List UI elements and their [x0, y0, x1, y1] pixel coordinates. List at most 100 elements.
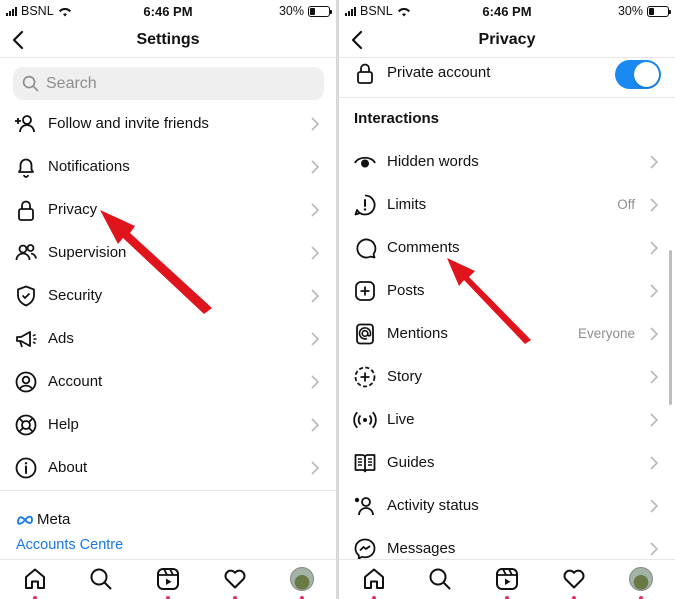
tab-search[interactable]	[88, 566, 114, 592]
profile-avatar	[629, 567, 653, 591]
battery-percent: 30%	[278, 4, 304, 18]
comment-icon	[356, 238, 377, 259]
privacy-item-value: Everyone	[577, 326, 635, 341]
messenger-icon	[354, 538, 376, 560]
chevron-right-icon	[650, 499, 659, 513]
toggle-knob	[634, 62, 659, 87]
live-icon	[353, 411, 377, 429]
settings-item-privacy[interactable]: Privacy	[0, 188, 336, 231]
chevron-right-icon	[311, 289, 320, 303]
section-divider	[0, 490, 336, 491]
settings-item-about[interactable]: About	[0, 446, 336, 489]
chevron-right-icon	[311, 203, 320, 217]
book-icon	[354, 454, 376, 473]
settings-header: Settings	[0, 22, 336, 58]
shield-icon	[17, 285, 35, 307]
chevron-right-icon	[311, 418, 320, 432]
privacy-item-mentions[interactable]: Mentions Everyone	[339, 312, 675, 355]
privacy-item-comments[interactable]: Comments	[339, 226, 675, 269]
settings-item-label: Help	[48, 416, 79, 433]
privacy-item-activity-status[interactable]: Activity status	[339, 484, 675, 527]
battery-icon	[647, 5, 671, 17]
settings-item-ads[interactable]: Ads	[0, 317, 336, 360]
alert-circle-icon	[354, 194, 376, 216]
tab-profile[interactable]	[628, 566, 654, 599]
privacy-item-posts[interactable]: Posts	[339, 269, 675, 312]
privacy-item-story[interactable]: Story	[339, 355, 675, 398]
privacy-item-live[interactable]: Live	[339, 398, 675, 441]
story-add-icon	[354, 366, 376, 388]
settings-item-label: Supervision	[48, 244, 127, 261]
person-circle-icon	[15, 371, 37, 393]
accounts-centre-link[interactable]: Accounts Centre	[16, 537, 123, 553]
lifebuoy-icon	[15, 414, 37, 436]
chevron-right-icon	[650, 370, 659, 384]
tab-activity[interactable]	[222, 566, 248, 599]
meta-brand-text: Meta	[37, 511, 71, 528]
scrollbar-thumb[interactable]	[669, 250, 672, 405]
privacy-item-label: Guides	[387, 454, 435, 471]
privacy-item-label: Comments	[387, 239, 460, 256]
privacy-item-hidden-words[interactable]: Hidden words	[339, 140, 675, 183]
chevron-right-icon	[311, 246, 320, 260]
reels-icon	[496, 568, 518, 590]
tab-reels[interactable]	[155, 566, 181, 599]
heart-icon	[563, 569, 585, 589]
search-bar[interactable]	[13, 67, 324, 100]
activity-person-icon	[354, 497, 374, 516]
settings-item-label: Ads	[48, 330, 74, 347]
people-icon	[15, 244, 37, 261]
chevron-right-icon	[650, 155, 659, 169]
chevron-right-icon	[650, 284, 659, 298]
home-icon	[25, 568, 45, 589]
chevron-right-icon	[311, 160, 320, 174]
tab-profile[interactable]	[289, 566, 315, 599]
chevron-right-icon	[650, 327, 659, 341]
privacy-item-label: Activity status	[387, 497, 479, 514]
settings-item-help[interactable]: Help	[0, 403, 336, 446]
chevron-right-icon	[650, 198, 659, 212]
settings-item-label: Privacy	[48, 201, 98, 218]
tab-home[interactable]	[22, 566, 48, 599]
privacy-item-limits[interactable]: Limits Off	[339, 183, 675, 226]
chevron-right-icon	[650, 413, 659, 427]
battery-percent: 30%	[617, 4, 643, 18]
battery-info: 30%	[278, 4, 332, 18]
battery-info: 30%	[617, 4, 671, 18]
search-icon	[429, 568, 451, 590]
settings-item-follow-invite[interactable]: Follow and invite friends	[0, 102, 336, 145]
settings-item-account[interactable]: Account	[0, 360, 336, 403]
search-input[interactable]	[46, 74, 306, 93]
private-account-label: Private account	[387, 64, 491, 81]
tab-activity[interactable]	[561, 566, 587, 599]
privacy-item-label: Story	[387, 368, 423, 385]
megaphone-icon	[16, 331, 37, 348]
settings-item-label: Follow and invite friends	[48, 115, 209, 132]
chevron-right-icon	[650, 456, 659, 470]
info-icon	[15, 457, 37, 479]
privacy-item-label: Messages	[387, 540, 456, 557]
settings-item-supervision[interactable]: Supervision	[0, 231, 336, 274]
chevron-right-icon	[311, 332, 320, 346]
privacy-item-label: Limits	[387, 196, 427, 213]
chevron-right-icon	[311, 117, 320, 131]
section-title-interactions: Interactions	[354, 110, 440, 127]
bottom-tab-bar	[339, 559, 675, 599]
battery-icon	[308, 5, 332, 17]
status-bar: BSNL 6:46 PM 30%	[339, 0, 675, 22]
at-icon	[356, 323, 374, 345]
status-bar: BSNL 6:46 PM 30%	[0, 0, 336, 22]
private-account-toggle[interactable]	[615, 60, 661, 89]
bell-icon	[18, 158, 34, 178]
settings-item-label: Notifications	[48, 158, 130, 175]
tab-home[interactable]	[361, 566, 387, 599]
settings-item-notifications[interactable]: Notifications	[0, 145, 336, 188]
tab-search[interactable]	[427, 566, 453, 592]
lock-icon	[357, 63, 373, 84]
add-person-icon	[15, 115, 35, 133]
search-icon	[22, 75, 39, 92]
tab-reels[interactable]	[494, 566, 520, 599]
chevron-right-icon	[311, 461, 320, 475]
settings-item-security[interactable]: Security	[0, 274, 336, 317]
privacy-item-guides[interactable]: Guides	[339, 441, 675, 484]
